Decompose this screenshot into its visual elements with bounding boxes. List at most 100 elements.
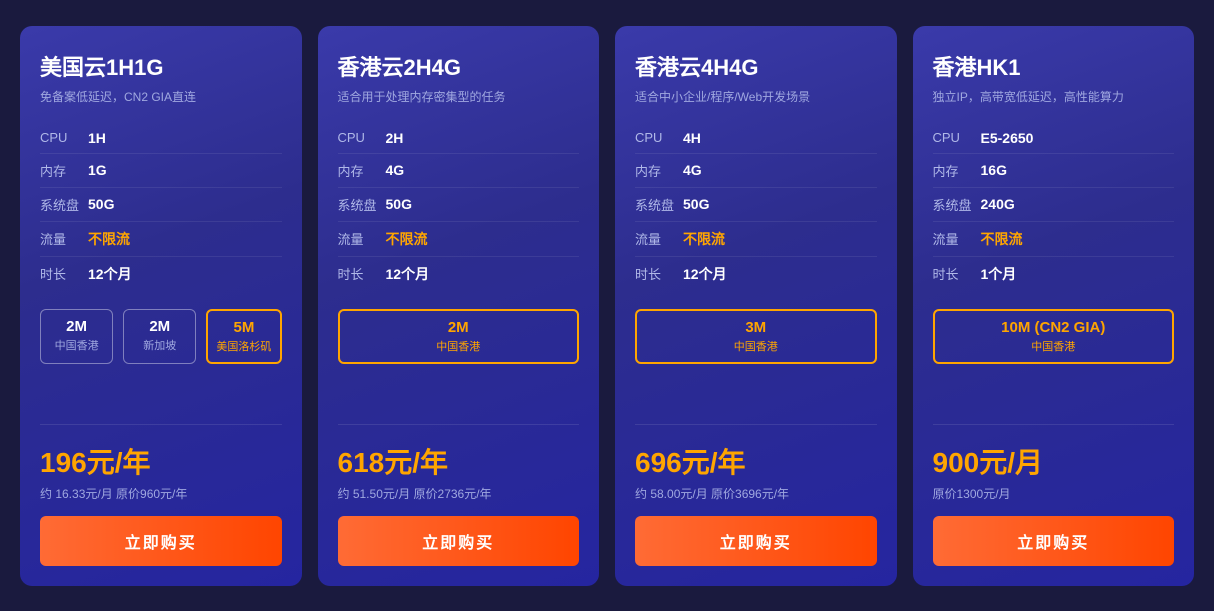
spec-value: 12个月 xyxy=(88,264,132,284)
bandwidth-option-3[interactable]: 5M 美国洛杉矶 xyxy=(206,309,281,364)
spec-row: 系统盘50G xyxy=(338,188,580,222)
spec-label: 流量 xyxy=(40,229,88,248)
spec-row: CPU1H xyxy=(40,123,282,154)
spec-value: 不限流 xyxy=(88,229,130,249)
bandwidth-option-1[interactable]: 2M 中国香港 xyxy=(40,309,113,364)
spec-label: 时长 xyxy=(338,264,386,283)
card-subtitle: 免备案低延迟，CN2 GIA直连 xyxy=(40,88,282,105)
buy-button[interactable]: 立即购买 xyxy=(338,516,580,566)
bandwidth-speed: 3M xyxy=(643,319,869,336)
spec-label: 时长 xyxy=(635,264,683,283)
bandwidth-options: 2M 中国香港 2M 新加坡 5M 美国洛杉矶 xyxy=(40,309,282,364)
price-section: 696元/年约 58.00元/月 原价3696元/年立即购买 xyxy=(635,424,877,566)
spec-value: 1个月 xyxy=(981,264,1017,284)
spec-row: 流量不限流 xyxy=(40,222,282,257)
price-main: 900元/月 xyxy=(933,441,1175,481)
card-1: 美国云1H1G 免备案低延迟，CN2 GIA直连 CPU1H 内存1G 系统盘50G 流量… xyxy=(20,26,302,586)
bandwidth-options: 2M 中国香港 xyxy=(338,309,580,364)
spec-label: 时长 xyxy=(933,264,981,283)
bandwidth-location: 中国香港 xyxy=(941,338,1167,354)
specs-table: CPU1H内存1G系统盘50G流量不限流时长12个月 xyxy=(40,123,282,291)
spec-row: 时长12个月 xyxy=(635,257,877,291)
spec-label: CPU xyxy=(338,130,386,145)
bandwidth-speed: 2M xyxy=(346,319,572,336)
bandwidth-options: 10M (CN2 GIA) 中国香港 xyxy=(933,309,1175,364)
specs-table: CPUE5-2650内存16G系统盘240G流量不限流时长1个月 xyxy=(933,123,1175,291)
spec-label: 内存 xyxy=(338,161,386,180)
spec-value: 1G xyxy=(88,162,107,178)
spec-value: 2H xyxy=(386,130,404,146)
bandwidth-speed: 2M xyxy=(47,318,106,335)
spec-row: 内存4G xyxy=(338,154,580,188)
spec-value: 16G xyxy=(981,162,1007,178)
price-section: 196元/年约 16.33元/月 原价960元/年立即购买 xyxy=(40,424,282,566)
cards-container: 美国云1H1G免备案低延迟，CN2 GIA直连CPU1H内存1G系统盘50G流量… xyxy=(20,26,1194,586)
bandwidth-speed: 10M (CN2 GIA) xyxy=(941,319,1167,336)
spec-row: CPU2H xyxy=(338,123,580,154)
bandwidth-location: 美国洛杉矶 xyxy=(214,338,273,354)
price-sub: 原价1300元/月 xyxy=(933,485,1175,502)
spec-value: 不限流 xyxy=(981,229,1023,249)
spec-value: 12个月 xyxy=(386,264,430,284)
spec-row: 流量不限流 xyxy=(635,222,877,257)
spec-row: 时长12个月 xyxy=(40,257,282,291)
spec-value: 50G xyxy=(683,196,709,212)
spec-row: 系统盘50G xyxy=(635,188,877,222)
spec-value: 50G xyxy=(88,196,114,212)
card-title: 香港云4H4G xyxy=(635,50,877,82)
spec-value: 1H xyxy=(88,130,106,146)
spec-label: 时长 xyxy=(40,264,88,283)
price-main: 618元/年 xyxy=(338,441,580,481)
spec-row: 流量不限流 xyxy=(338,222,580,257)
spec-label: 流量 xyxy=(635,229,683,248)
bandwidth-speed: 5M xyxy=(214,319,273,336)
card-title: 香港HK1 xyxy=(933,50,1175,82)
bandwidth-speed: 2M xyxy=(130,318,189,335)
price-section: 900元/月原价1300元/月立即购买 xyxy=(933,424,1175,566)
bandwidth-location: 中国香港 xyxy=(346,338,572,354)
spec-value: 4G xyxy=(386,162,405,178)
spec-label: 系统盘 xyxy=(40,195,88,214)
spec-label: 内存 xyxy=(933,161,981,180)
spec-row: 流量不限流 xyxy=(933,222,1175,257)
price-sub: 约 16.33元/月 原价960元/年 xyxy=(40,485,282,502)
spec-row: 系统盘240G xyxy=(933,188,1175,222)
price-sub: 约 58.00元/月 原价3696元/年 xyxy=(635,485,877,502)
spec-value: 4G xyxy=(683,162,702,178)
spec-label: 内存 xyxy=(40,161,88,180)
spec-value: 240G xyxy=(981,196,1015,212)
spec-row: CPU4H xyxy=(635,123,877,154)
card-subtitle: 独立IP，高带宽低延迟，高性能算力 xyxy=(933,88,1175,105)
bandwidth-option-1[interactable]: 2M 中国香港 xyxy=(338,309,580,364)
bandwidth-option-1[interactable]: 3M中国香港 xyxy=(635,309,877,364)
price-main: 696元/年 xyxy=(635,441,877,481)
spec-value: 4H xyxy=(683,130,701,146)
buy-button[interactable]: 立即购买 xyxy=(933,516,1175,566)
card-3: 香港云4H4G适合中小企业/程序/Web开发场景CPU4H内存4G系统盘50G流… xyxy=(615,26,897,586)
card-title: 美国云1H1G xyxy=(40,50,282,82)
price-section: 618元/年约 51.50元/月 原价2736元/年立即购买 xyxy=(338,424,580,566)
spec-value: 12个月 xyxy=(683,264,727,284)
bandwidth-option-1[interactable]: 10M (CN2 GIA) 中国香港 xyxy=(933,309,1175,364)
price-sub: 约 51.50元/月 原价2736元/年 xyxy=(338,485,580,502)
card-subtitle: 适合中小企业/程序/Web开发场景 xyxy=(635,88,877,105)
bandwidth-location: 中国香港 xyxy=(47,337,106,353)
spec-row: 内存4G xyxy=(635,154,877,188)
bandwidth-location: 新加坡 xyxy=(130,337,189,353)
spec-value: 不限流 xyxy=(386,229,428,249)
bandwidth-option-2[interactable]: 2M 新加坡 xyxy=(123,309,196,364)
spec-row: 时长12个月 xyxy=(338,257,580,291)
buy-button[interactable]: 立即购买 xyxy=(40,516,282,566)
spec-label: 系统盘 xyxy=(933,195,981,214)
buy-button[interactable]: 立即购买 xyxy=(635,516,877,566)
spec-row: CPUE5-2650 xyxy=(933,123,1175,154)
spec-label: 系统盘 xyxy=(338,195,386,214)
spec-row: 内存16G xyxy=(933,154,1175,188)
spec-label: 流量 xyxy=(933,229,981,248)
spec-label: 系统盘 xyxy=(635,195,683,214)
spec-value: E5-2650 xyxy=(981,130,1034,146)
specs-table: CPU2H内存4G系统盘50G流量不限流时长12个月 xyxy=(338,123,580,291)
price-main: 196元/年 xyxy=(40,441,282,481)
card-title: 香港云2H4G xyxy=(338,50,580,82)
card-4: 香港HK1独立IP，高带宽低延迟，高性能算力CPUE5-2650内存16G系统盘… xyxy=(913,26,1195,586)
